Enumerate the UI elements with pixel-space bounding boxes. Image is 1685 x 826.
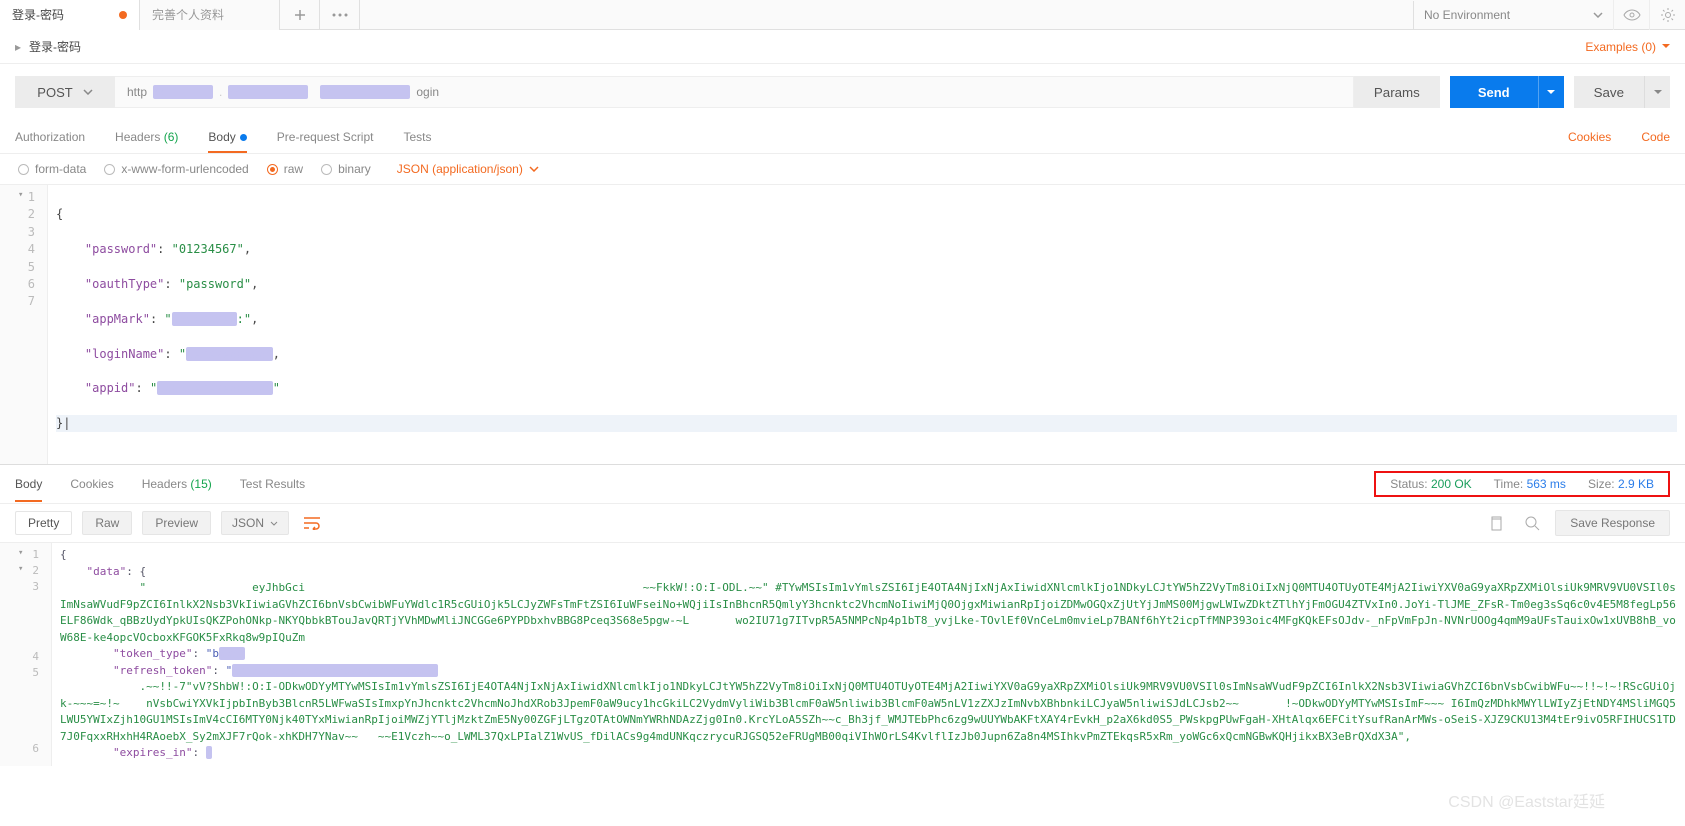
tab-title: 登录-密码 (12, 6, 64, 23)
resp-tab-cookies[interactable]: Cookies (70, 467, 113, 501)
resp-code[interactable]: { "data": { " eyJhbGci ~~FkkW!:O:I-ODL.~… (52, 543, 1685, 766)
view-preview[interactable]: Preview (142, 511, 211, 535)
response-tabs: Body Cookies Headers (15) Test Results S… (0, 464, 1685, 504)
chevron-down-icon (1593, 12, 1603, 18)
editor-code[interactable]: { "password": "01234567", "oauthType": "… (48, 185, 1685, 464)
send-button[interactable]: Send (1450, 76, 1538, 108)
radio-form-data[interactable]: form-data (18, 162, 86, 176)
caret-down-icon (1654, 90, 1662, 95)
chevron-down-icon (270, 521, 278, 526)
body-type-row: form-data x-www-form-urlencoded raw bina… (0, 154, 1685, 184)
tab-title: 完善个人资料 (152, 6, 224, 23)
tab-inactive-1[interactable]: 完善个人资料 (140, 0, 280, 30)
new-tab-button[interactable] (280, 0, 320, 30)
response-body-editor[interactable]: 123456 { "data": { " eyJhbGci ~~FkkW!:O:… (0, 543, 1685, 766)
editor-gutter: 1234567 (0, 185, 48, 464)
request-url-row: POST http xx . xx xx ogin Params Send Sa… (0, 64, 1685, 120)
resp-tab-body[interactable]: Body (15, 467, 42, 501)
tab-menu-button[interactable] (320, 0, 360, 30)
chevron-down-icon (83, 89, 93, 95)
tab-body[interactable]: Body (208, 122, 246, 152)
save-dropdown[interactable] (1644, 76, 1670, 108)
cookies-link[interactable]: Cookies (1568, 130, 1611, 144)
params-button[interactable]: Params (1354, 76, 1440, 108)
resp-tab-headers[interactable]: Headers (15) (142, 467, 212, 501)
unsaved-dot-icon (119, 11, 127, 19)
environment-select[interactable]: No Environment (1413, 1, 1613, 29)
status-time: 563 ms (1527, 477, 1566, 491)
response-status-box: Status: 200 OK Time: 563 ms Size: 2.9 KB (1374, 471, 1670, 497)
examples-label: Examples (0) (1585, 40, 1656, 54)
wrap-lines-button[interactable] (299, 510, 325, 536)
copy-button[interactable] (1483, 515, 1509, 531)
env-preview-button[interactable] (1613, 0, 1649, 30)
status-size: 2.9 KB (1618, 477, 1654, 491)
save-button[interactable]: Save (1574, 76, 1644, 108)
tab-tests[interactable]: Tests (403, 122, 431, 152)
code-link[interactable]: Code (1641, 130, 1670, 144)
tab-active[interactable]: 登录-密码 (0, 0, 140, 30)
chevron-down-icon (529, 166, 539, 172)
caret-down-icon (1547, 90, 1555, 95)
breadcrumb-bar: ▸ 登录-密码 Examples (0) (0, 30, 1685, 64)
content-type-select[interactable]: JSON (application/json) (397, 162, 539, 176)
status-code: 200 OK (1431, 477, 1472, 491)
environment-label: No Environment (1424, 8, 1510, 22)
radio-urlencoded[interactable]: x-www-form-urlencoded (104, 162, 248, 176)
method-select[interactable]: POST (15, 76, 115, 108)
method-label: POST (37, 85, 72, 100)
tab-authorization[interactable]: Authorization (15, 122, 85, 152)
resp-gutter: 123456 (0, 543, 52, 766)
request-body-editor[interactable]: 1234567 { "password": "01234567", "oauth… (0, 184, 1685, 464)
settings-button[interactable] (1649, 0, 1685, 30)
active-dot-icon (240, 134, 247, 141)
tab-headers[interactable]: Headers (6) (115, 122, 178, 152)
url-input[interactable]: http xx . xx xx ogin (115, 76, 1354, 108)
app-tab-bar: 登录-密码 完善个人资料 No Environment (0, 0, 1685, 30)
response-tools: Pretty Raw Preview JSON Save Response (0, 504, 1685, 543)
radio-binary[interactable]: binary (321, 162, 371, 176)
examples-dropdown[interactable]: Examples (0) (1585, 40, 1670, 54)
breadcrumb-title: 登录-密码 (29, 38, 81, 55)
view-pretty[interactable]: Pretty (15, 511, 72, 535)
watermark: CSDN @Eaststar廷延 (1448, 788, 1605, 812)
caret-down-icon (1662, 44, 1670, 49)
view-raw[interactable]: Raw (82, 511, 132, 535)
breadcrumb-arrow-icon: ▸ (15, 40, 21, 54)
save-response-button[interactable]: Save Response (1555, 510, 1670, 536)
lang-select[interactable]: JSON (221, 511, 289, 535)
search-button[interactable] (1519, 515, 1545, 531)
radio-raw[interactable]: raw (267, 162, 303, 176)
resp-tab-tests[interactable]: Test Results (240, 467, 305, 501)
send-dropdown[interactable] (1538, 76, 1564, 108)
request-tabs: Authorization Headers (6) Body Pre-reque… (0, 120, 1685, 154)
tab-prerequest[interactable]: Pre-request Script (277, 122, 374, 152)
